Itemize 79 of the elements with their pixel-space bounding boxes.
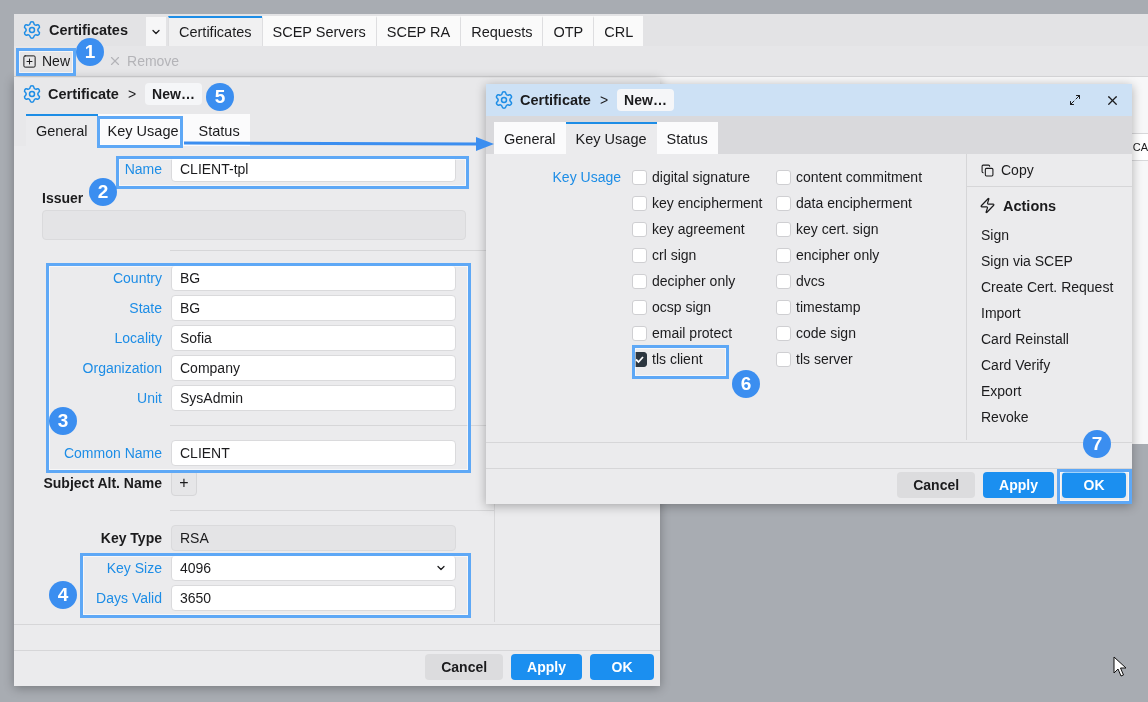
text-field[interactable]: 3650 <box>171 585 456 611</box>
action-item[interactable]: Revoke <box>967 404 1132 430</box>
field-label: Name <box>124 161 162 177</box>
action-item[interactable]: Create Cert. Request <box>967 274 1132 300</box>
field-label: Unit <box>137 390 162 406</box>
action-item[interactable]: Card Reinstall <box>967 326 1132 352</box>
tab[interactable]: Requests <box>460 16 543 46</box>
app-title: Certificates <box>49 22 128 38</box>
breadcrumb-separator: > <box>599 92 609 108</box>
checkbox-option[interactable]: data encipherment <box>776 192 912 214</box>
tab[interactable]: SCEP RA <box>375 16 461 46</box>
checkbox-option[interactable]: content commitment <box>776 166 923 188</box>
checkbox-option[interactable]: ocsp sign <box>632 296 712 318</box>
checkbox-option[interactable]: code sign <box>776 322 856 344</box>
cursor-icon <box>1113 656 1127 677</box>
checkbox-option[interactable]: digital signature <box>632 166 751 188</box>
copy-icon <box>981 163 994 177</box>
cancel-button[interactable]: Cancel <box>425 654 504 680</box>
field-label: Key Size <box>106 560 162 576</box>
checkbox-option[interactable]: crl sign <box>632 244 697 266</box>
tab[interactable]: Status <box>656 122 718 154</box>
checkbox-option[interactable]: email protect <box>632 322 733 344</box>
checkbox-option[interactable]: key agreement <box>632 218 745 240</box>
action-item[interactable]: Export <box>967 378 1132 404</box>
tab[interactable]: General <box>494 122 566 154</box>
close-icon <box>108 54 122 68</box>
column-header[interactable]: CA <box>1132 141 1148 153</box>
breadcrumb-chip[interactable]: New… <box>145 83 202 105</box>
dropdown-button[interactable] <box>146 17 166 46</box>
checkbox-option[interactable]: encipher only <box>776 244 880 266</box>
action-item[interactable]: Sign <box>967 222 1132 248</box>
lightning-icon <box>979 197 996 214</box>
section-heading: Actions <box>1003 197 1057 214</box>
highlight-frame <box>16 48 76 76</box>
field-label: Organization <box>82 360 162 376</box>
text-field[interactable]: Sofia <box>171 325 456 351</box>
field-label: Subject Alt. Name <box>43 475 162 491</box>
tab[interactable]: Certificates <box>168 16 262 46</box>
field-label: Country <box>112 270 162 286</box>
readonly-field: RSA <box>171 525 456 551</box>
checkbox-option[interactable]: tls server <box>776 348 853 370</box>
checkbox-option[interactable]: timestamp <box>776 296 861 318</box>
breadcrumb-chip[interactable]: New… <box>617 89 674 111</box>
checkbox-option[interactable]: decipher only <box>632 270 736 292</box>
field-label: Common Name <box>63 445 162 461</box>
field-label: Issuer <box>42 190 84 206</box>
checkbox-option[interactable]: key encipherment <box>632 192 763 214</box>
settings-icon <box>22 20 42 40</box>
action-item[interactable]: Import <box>967 300 1132 326</box>
settings-icon <box>494 90 514 110</box>
dialog-title: Certificate <box>520 92 591 108</box>
copy-button[interactable]: Copy <box>967 154 1132 187</box>
field-label: Key Usage <box>551 168 622 187</box>
text-field[interactable]: BG <box>171 265 456 291</box>
field-label: Days Valid <box>96 590 162 606</box>
tab[interactable]: SCEP Servers <box>261 16 376 46</box>
tab[interactable]: Key Usage <box>565 122 657 154</box>
action-item[interactable]: Card Verify <box>967 352 1132 378</box>
text-field[interactable]: Company <box>171 355 456 381</box>
field-label: Key Type <box>100 530 162 546</box>
maximize-icon[interactable] <box>1069 94 1081 106</box>
cancel-button[interactable]: Cancel <box>897 472 976 498</box>
field-label: Locality <box>114 330 162 346</box>
text-field[interactable]: SysAdmin <box>171 385 456 411</box>
text-field[interactable]: CLIENT <box>171 440 456 466</box>
checkbox-option[interactable]: tls client <box>632 348 703 370</box>
action-item[interactable]: Sign via SCEP <box>967 248 1132 274</box>
breadcrumb-separator: > <box>127 86 137 102</box>
checkbox-option[interactable]: key cert. sign <box>776 218 879 240</box>
dialog-title: Certificate <box>48 86 119 102</box>
select-field[interactable]: 4096 <box>171 555 456 581</box>
text-field[interactable]: BG <box>171 295 456 321</box>
settings-icon <box>22 84 42 104</box>
add-icon <box>22 53 37 69</box>
tab[interactable]: CRL <box>593 16 644 46</box>
checkbox-option[interactable]: dvcs <box>776 270 825 292</box>
field-label: State <box>129 300 162 316</box>
tab[interactable]: OTP <box>542 16 594 46</box>
toolbar-button[interactable]: New <box>18 51 74 71</box>
